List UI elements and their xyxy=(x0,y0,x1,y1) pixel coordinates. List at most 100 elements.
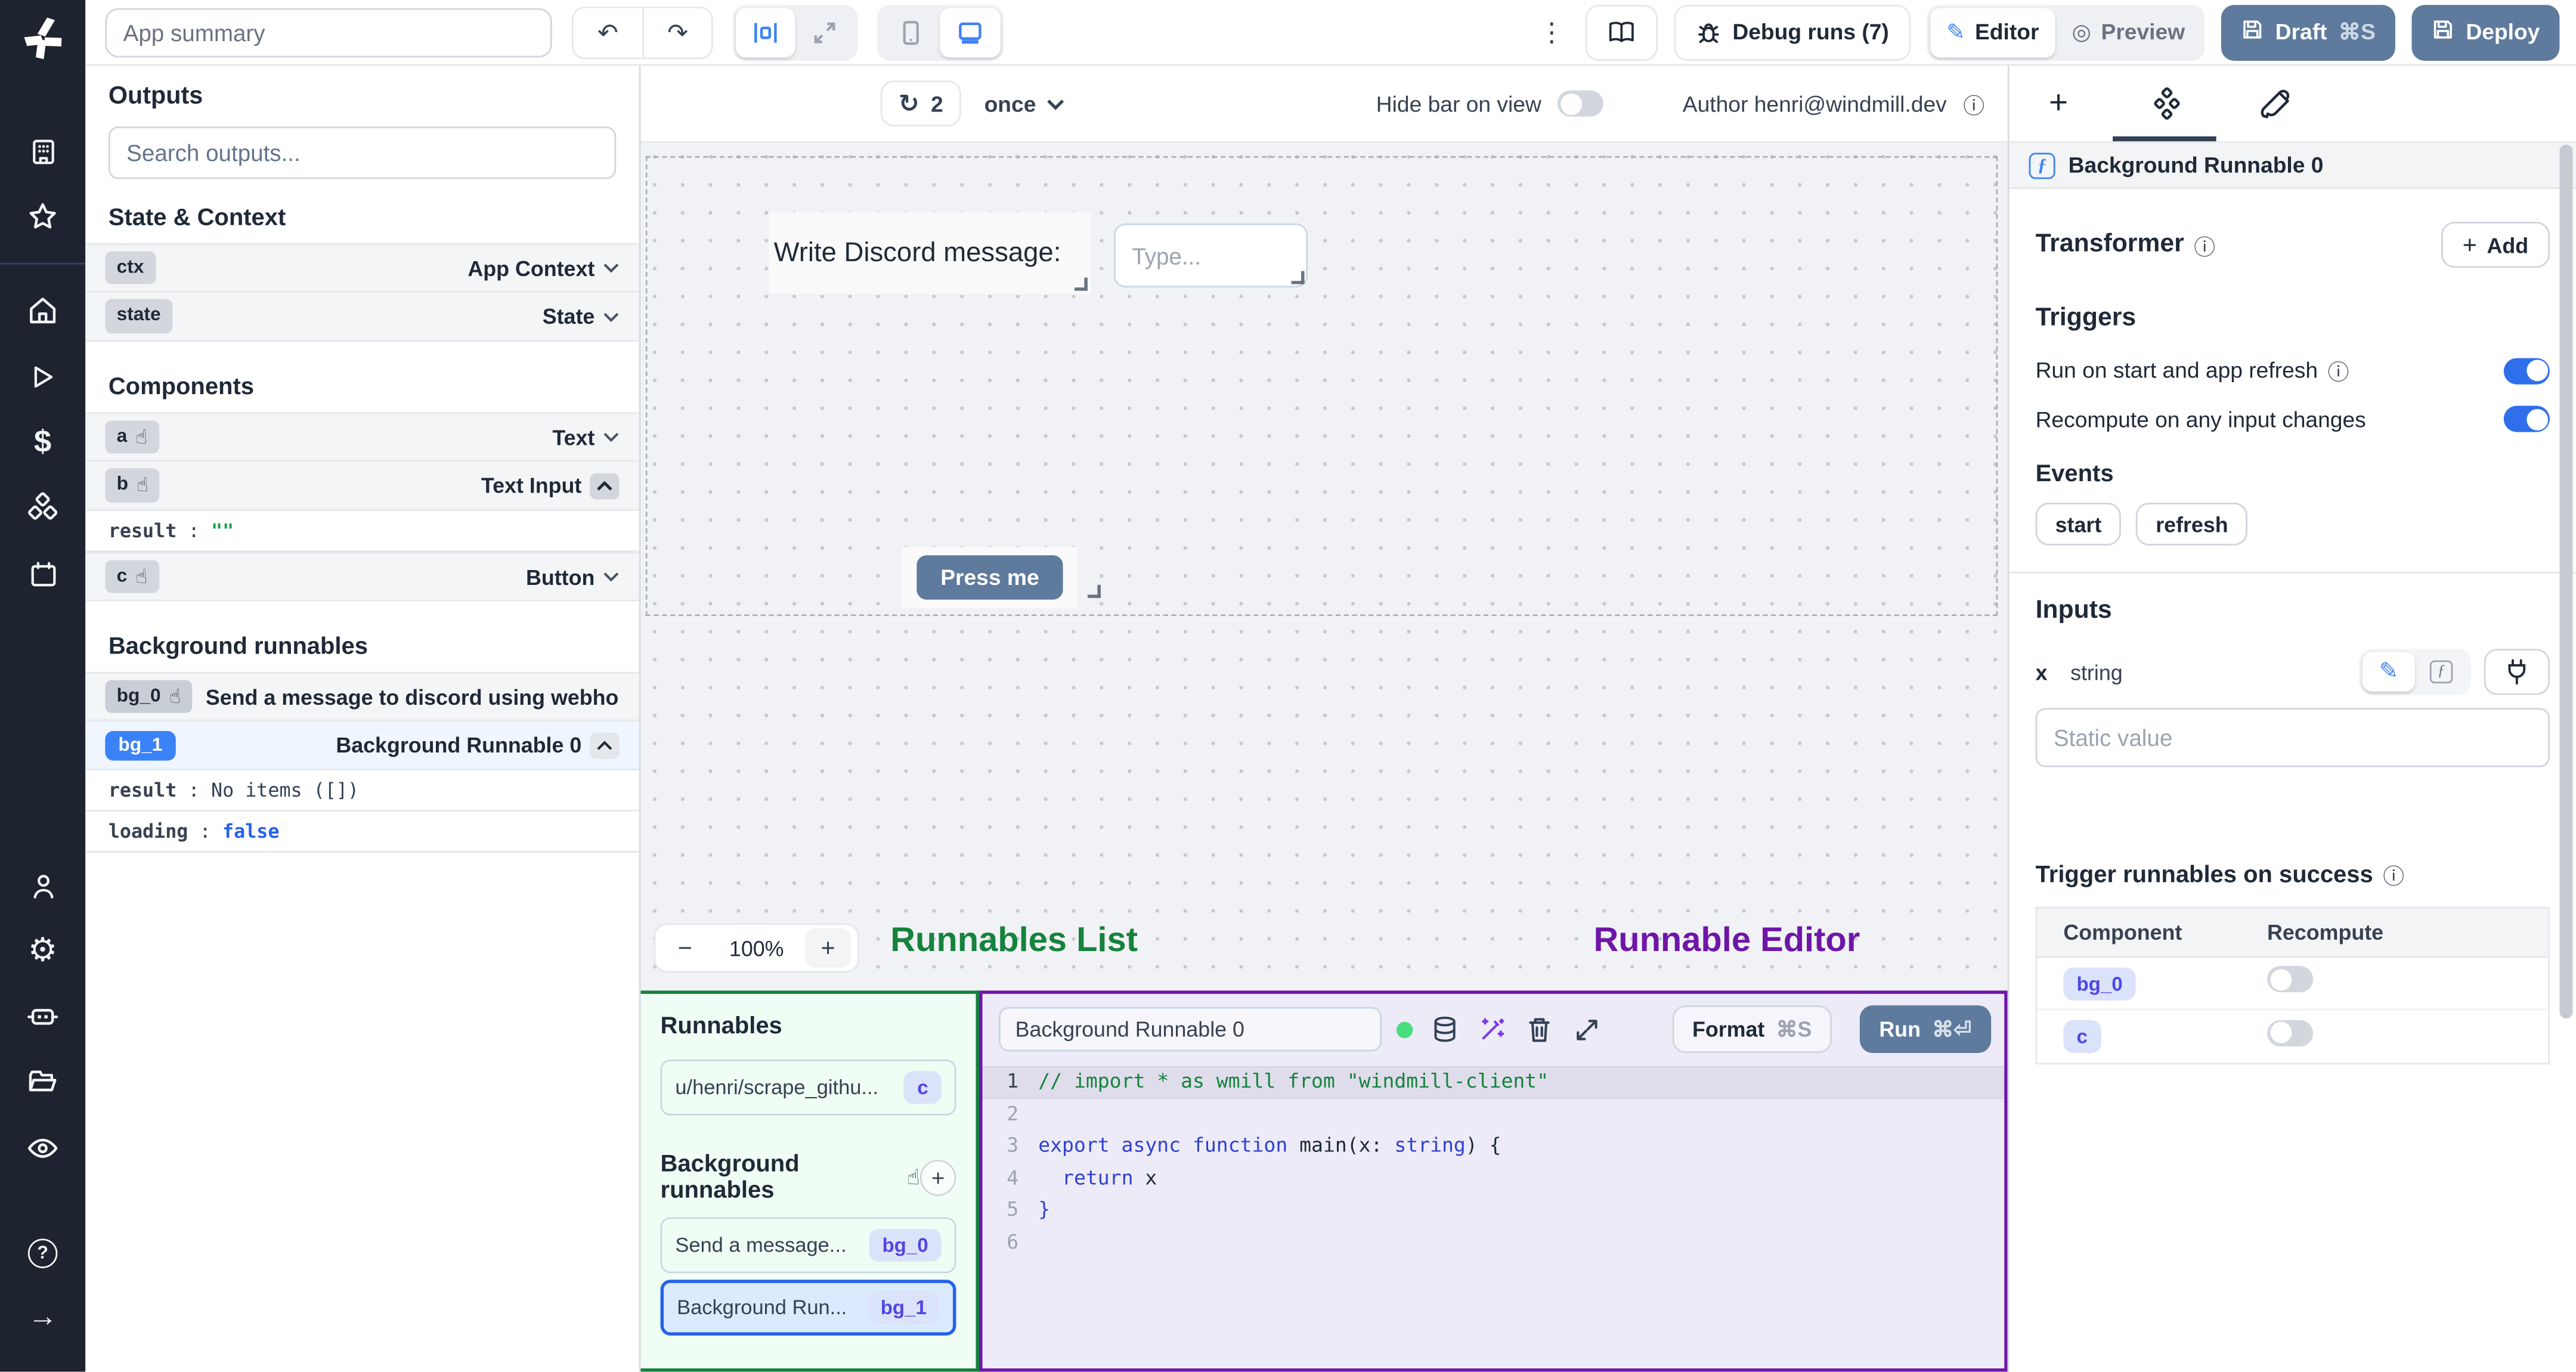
windmill-logo-icon[interactable] xyxy=(18,13,67,63)
event-start-button[interactable]: start xyxy=(2035,503,2122,546)
schedules-icon[interactable] xyxy=(24,555,61,591)
chevron-down-icon[interactable] xyxy=(603,263,620,273)
more-options-icon[interactable]: ⋮ xyxy=(1535,16,1568,48)
chevron-down-icon[interactable] xyxy=(603,311,620,321)
ai-wand-icon[interactable] xyxy=(1475,1013,1508,1046)
trigger-runnables-table: Component Recompute bg_0 c xyxy=(2035,906,2550,1065)
home-icon[interactable] xyxy=(24,292,61,329)
components-title: Components xyxy=(108,374,254,401)
runnable-item-bg0[interactable]: Send a message... bg_0 xyxy=(660,1217,956,1274)
search-outputs-input[interactable] xyxy=(108,126,617,179)
user-icon[interactable] xyxy=(24,868,61,904)
resize-handle[interactable] xyxy=(1291,271,1305,284)
settings-gear-icon[interactable]: ⚙ xyxy=(24,934,61,970)
code-line: 4 return x xyxy=(1007,1165,1157,1189)
connect-plug-button[interactable] xyxy=(2484,649,2550,695)
output-row-bg0[interactable]: bg_0 ☝ Send a message to discord using we… xyxy=(85,671,639,721)
redo-button[interactable]: ↷ xyxy=(642,7,711,57)
runnable-bg1-label: Background Run... xyxy=(677,1296,847,1320)
fullwidth-layout-button[interactable] xyxy=(795,7,854,57)
variables-icon[interactable]: $ xyxy=(24,424,61,460)
resize-handle[interactable] xyxy=(1074,277,1088,291)
mobile-view-button[interactable] xyxy=(881,7,940,57)
format-label: Format xyxy=(1692,1017,1765,1042)
editor-tab-button[interactable]: ✎ Editor xyxy=(1930,7,2055,57)
output-row-b[interactable]: b ☝ Text Input xyxy=(85,462,639,511)
folders-icon[interactable] xyxy=(24,1065,61,1101)
runnable-item-script[interactable]: u/henri/scrape_githu... c xyxy=(660,1060,956,1116)
text-component[interactable]: Write Discord message: xyxy=(769,212,1091,295)
textinput-component[interactable] xyxy=(1113,223,1308,288)
inputs-title: Inputs xyxy=(2035,596,2112,624)
chevron-down-icon[interactable] xyxy=(603,432,620,442)
info-icon[interactable]: ⓘ xyxy=(2383,859,2404,890)
runnable-item-bg1-selected[interactable]: Background Run... bg_1 xyxy=(660,1280,956,1336)
draft-button[interactable]: Draft ⌘S xyxy=(2221,4,2395,60)
output-row-ctx[interactable]: ctx App Context xyxy=(85,243,639,293)
editor-header: Format ⌘S Run ⌘⏎ xyxy=(983,994,2005,1063)
run-on-start-toggle[interactable] xyxy=(2503,357,2550,384)
panel-scrollbar[interactable] xyxy=(2559,144,2573,1019)
resize-handle[interactable] xyxy=(1087,584,1101,598)
output-row-c[interactable]: c ☝ Button xyxy=(85,552,639,602)
center-layout-button[interactable] xyxy=(736,7,795,57)
runnable-name-input[interactable] xyxy=(999,1006,1382,1052)
chevron-up-icon[interactable] xyxy=(590,472,620,499)
debug-runs-label: Debug runs (7) xyxy=(1732,20,1889,45)
cache-database-icon[interactable] xyxy=(1428,1013,1460,1046)
info-icon[interactable]: ⓘ xyxy=(2328,355,2349,386)
static-mode-button[interactable]: ✎ xyxy=(2362,652,2415,692)
format-button[interactable]: Format ⌘S xyxy=(1672,1005,1832,1054)
insert-component-tab[interactable]: + xyxy=(2039,84,2078,123)
outputs-title: Outputs xyxy=(108,82,203,110)
zoom-in-button[interactable]: + xyxy=(805,928,852,968)
bg0-recompute-toggle[interactable] xyxy=(2267,965,2314,993)
app-frame[interactable]: Write Discord message: Press me xyxy=(645,156,1998,617)
run-button[interactable]: Run ⌘⏎ xyxy=(1859,1005,1992,1054)
favorites-icon[interactable] xyxy=(24,199,61,235)
eval-mode-button[interactable]: ƒ xyxy=(2415,652,2467,692)
output-row-a[interactable]: a ☝ Text xyxy=(85,412,639,462)
workspace-icon[interactable] xyxy=(24,133,61,169)
audit-eye-icon[interactable] xyxy=(24,1131,61,1167)
static-value-input[interactable] xyxy=(2035,708,2550,767)
canvas-grid[interactable]: Write Discord message: Press me − 100% +… xyxy=(640,143,2008,1372)
chevron-down-icon[interactable] xyxy=(603,572,620,582)
workers-icon[interactable] xyxy=(24,999,61,1036)
component-settings-tab[interactable] xyxy=(2147,84,2187,123)
output-row-state[interactable]: state State xyxy=(85,292,639,342)
press-me-button[interactable]: Press me xyxy=(917,555,1063,600)
collapse-arrow-icon[interactable]: → xyxy=(24,1298,61,1334)
recompute-toggle[interactable] xyxy=(2503,405,2550,432)
event-refresh-button[interactable]: refresh xyxy=(2136,503,2248,546)
refresh-icon: ↻ xyxy=(899,88,919,119)
state-badge: state xyxy=(105,299,172,333)
frequency-dropdown[interactable]: once xyxy=(984,91,1064,116)
undo-button[interactable]: ↶ xyxy=(573,7,643,57)
resources-icon[interactable] xyxy=(24,490,61,526)
refresh-count-button[interactable]: ↻ 2 xyxy=(880,80,961,127)
styling-brush-tab[interactable] xyxy=(2256,84,2295,123)
deploy-button[interactable]: Deploy xyxy=(2411,4,2560,60)
desktop-view-button[interactable] xyxy=(939,7,1001,57)
expand-icon[interactable] xyxy=(1571,1013,1603,1046)
help-icon[interactable]: ? xyxy=(27,1239,58,1269)
c-recompute-toggle[interactable] xyxy=(2267,1019,2314,1046)
code-editor[interactable]: 1 // import * as wmill from "windmill-cl… xyxy=(982,1066,2005,1258)
app-summary-input[interactable] xyxy=(105,7,552,57)
add-transformer-button[interactable]: + Add xyxy=(2441,221,2550,268)
runs-icon[interactable] xyxy=(24,358,61,395)
output-row-bg1[interactable]: bg_1 Background Runnable 0 xyxy=(85,721,639,771)
debug-runs-button[interactable]: Debug runs (7) xyxy=(1673,4,1911,60)
chevron-up-icon[interactable] xyxy=(590,732,620,758)
hide-bar-toggle[interactable] xyxy=(1558,90,1604,117)
delete-trash-icon[interactable] xyxy=(1523,1013,1556,1046)
bg1-label: Background Runnable 0 xyxy=(336,732,582,758)
preview-tab-button[interactable]: ◎ Preview xyxy=(2055,7,2202,57)
info-icon[interactable]: ⓘ xyxy=(2194,229,2215,260)
add-background-runnable-button[interactable]: + xyxy=(919,1160,956,1196)
zoom-out-button[interactable]: − xyxy=(662,928,708,968)
info-icon[interactable]: ⓘ xyxy=(1963,88,1984,119)
button-component-card[interactable]: Press me xyxy=(902,547,1101,608)
docs-book-button[interactable] xyxy=(1584,4,1657,60)
